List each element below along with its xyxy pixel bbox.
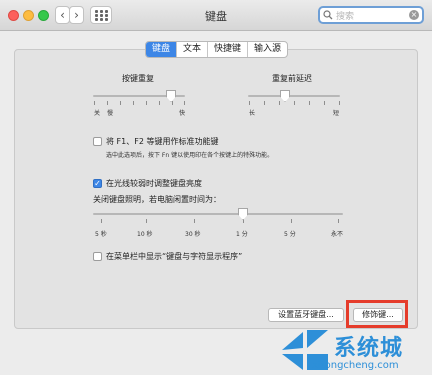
fn-keys-checkbox[interactable]: [93, 137, 102, 146]
repeat-delay-short-label: 短: [333, 110, 340, 117]
key-repeat-title: 按键重复: [122, 74, 154, 83]
fn-keys-description: 选中此选项后，按下 Fn 键以使用印在各个按键上的特殊功能。: [106, 152, 274, 159]
tick-label: 30 秒: [185, 231, 201, 238]
setup-bluetooth-keyboard-button[interactable]: 设置蓝牙键盘...: [268, 308, 344, 322]
settings-panel: [14, 49, 418, 329]
search-placeholder: 搜索: [336, 12, 355, 22]
key-repeat-slow-label: 慢: [107, 110, 114, 117]
key-repeat-off-label: 关: [94, 110, 101, 117]
clear-search-icon[interactable]: ×: [409, 10, 419, 20]
tick-label: 5 秒: [95, 231, 107, 238]
tab-bar: 键盘 文本 快捷键 输入源: [145, 41, 289, 58]
tick-label: 10 秒: [137, 231, 153, 238]
tab-keyboard[interactable]: 键盘: [146, 42, 177, 57]
title-bar: ‹ › 键盘 搜索 ×: [0, 0, 432, 31]
menu-viewer-checkbox[interactable]: [93, 252, 102, 261]
watermark-url: xitongcheng.com: [312, 360, 399, 371]
repeat-delay-title: 重复前延迟: [272, 74, 312, 83]
search-icon: [323, 10, 333, 20]
highlight-box: [346, 300, 408, 328]
backlight-checkbox[interactable]: ✓: [93, 179, 102, 188]
search-field[interactable]: 搜索 ×: [318, 6, 424, 24]
watermark-brand: 系统城: [334, 336, 404, 361]
tab-shortcuts[interactable]: 快捷键: [207, 42, 247, 57]
repeat-delay-long-label: 长: [249, 110, 256, 117]
backlight-off-label: 关闭键盘照明，若电脑闲置时间为：: [93, 195, 221, 204]
tick-label: 5 分: [284, 231, 296, 238]
tab-input-sources[interactable]: 输入源: [247, 42, 287, 57]
tick-label: 1 分: [236, 231, 248, 238]
key-repeat-fast-label: 快: [179, 110, 186, 117]
menu-viewer-label[interactable]: 在菜单栏中显示“键盘与字符显示程序”: [106, 251, 242, 262]
fn-keys-label[interactable]: 将 F1、F2 等键用作标准功能键: [106, 136, 218, 147]
tab-text[interactable]: 文本: [176, 42, 207, 57]
tick-label: 永不: [331, 231, 344, 238]
backlight-label[interactable]: 在光线较弱时调整键盘亮度: [106, 178, 202, 189]
